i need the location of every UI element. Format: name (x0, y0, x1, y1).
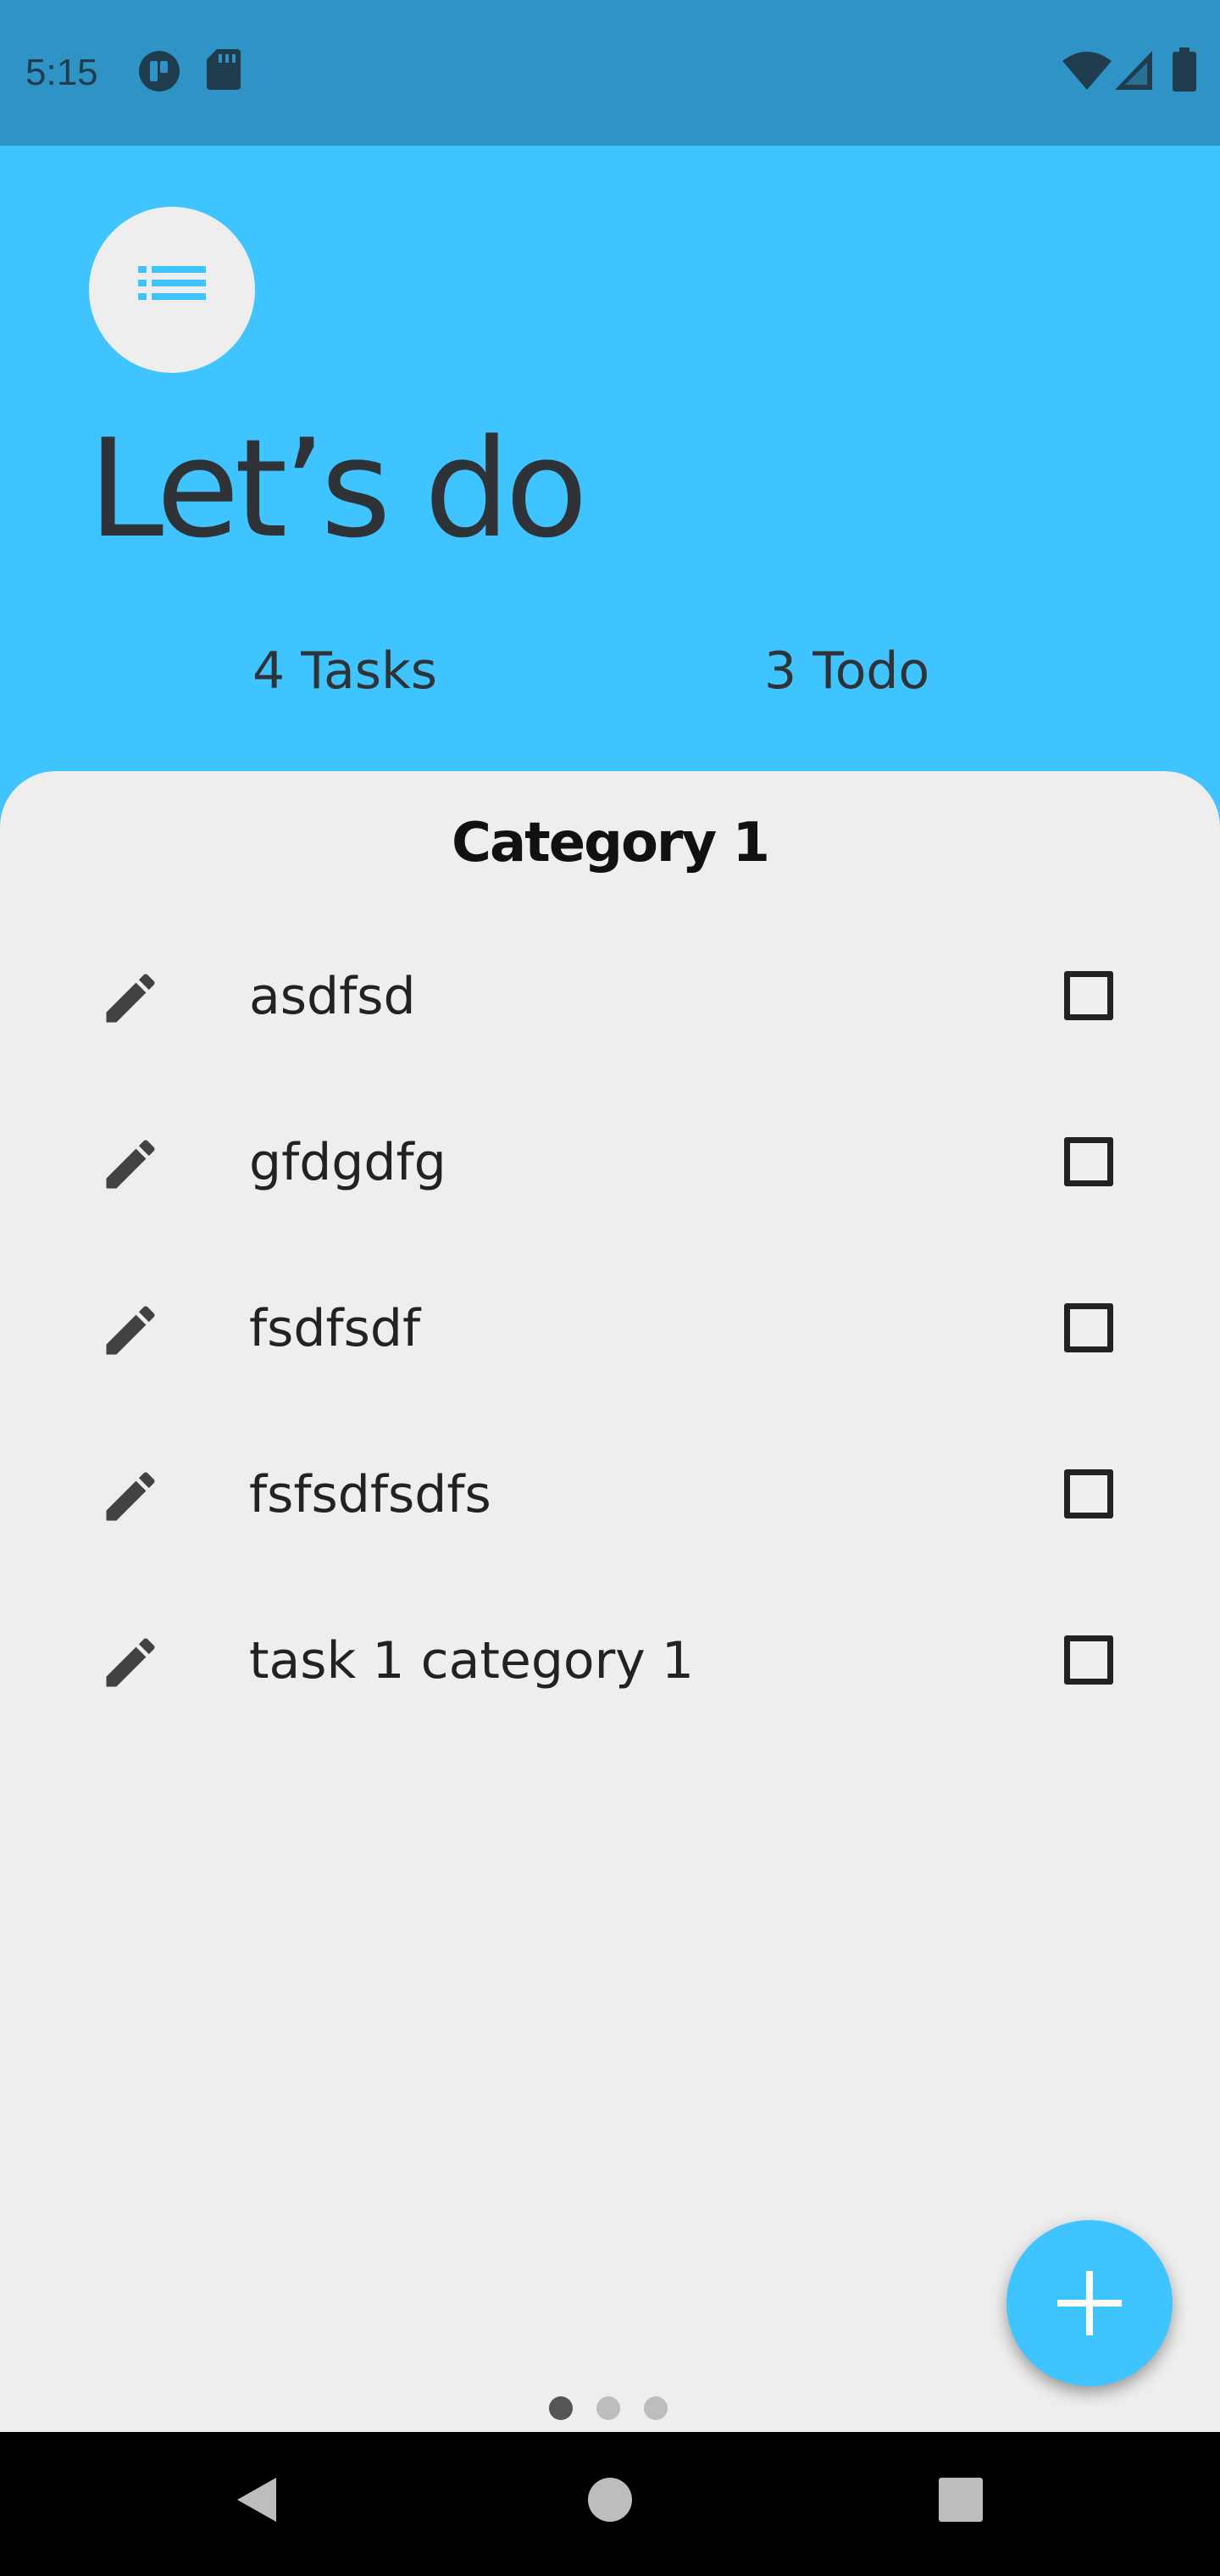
add-icon (1057, 2271, 1122, 2335)
task-checkbox[interactable] (1064, 1469, 1113, 1518)
task-row: fsdfsdf (0, 1259, 1220, 1425)
notification-app-icon (137, 49, 181, 97)
task-checkbox[interactable] (1064, 1635, 1113, 1685)
app-title: Let’s do (88, 409, 588, 568)
task-row: fsfsdfsdfs (0, 1425, 1220, 1591)
task-checkbox[interactable] (1064, 971, 1113, 1020)
task-row: gfdgdfg (0, 1093, 1220, 1259)
edit-icon[interactable] (98, 966, 163, 1030)
task-row: asdfsd (0, 927, 1220, 1093)
tasks-count: 4 Tasks (252, 641, 437, 701)
wifi-icon (1062, 51, 1112, 93)
page-dot-active[interactable] (549, 2396, 573, 2420)
task-checkbox[interactable] (1064, 1137, 1113, 1186)
back-icon[interactable] (232, 2474, 280, 2529)
battery-icon (1173, 47, 1196, 95)
category-sheet: Category 1 asdfsd gfdgdfg fsdfsdf fsfsdf… (0, 771, 1220, 2432)
sd-card-icon (207, 49, 241, 93)
edit-icon[interactable] (98, 1298, 163, 1363)
header: Let’s do 4 Tasks 3 Todo (0, 146, 1220, 773)
edit-icon[interactable] (98, 1464, 163, 1529)
add-task-button[interactable] (1006, 2220, 1173, 2386)
category-title: Category 1 (451, 812, 770, 874)
signal-icon (1115, 51, 1152, 93)
status-bar: 5:15 (0, 0, 1220, 146)
edit-icon[interactable] (98, 1630, 163, 1695)
task-label: fsfsdfsdfs (249, 1465, 491, 1524)
page-dot[interactable] (596, 2396, 620, 2420)
navigation-bar (0, 2432, 1220, 2576)
todo-count: 3 Todo (764, 641, 930, 701)
task-row: task 1 category 1 (0, 1591, 1220, 1757)
list-icon (138, 266, 206, 300)
menu-button[interactable] (89, 207, 255, 373)
home-icon[interactable] (586, 2474, 634, 2529)
status-time: 5:15 (25, 52, 98, 93)
page-dot[interactable] (644, 2396, 668, 2420)
task-label: asdfsd (249, 967, 416, 1026)
task-label: fsdfsdf (249, 1299, 421, 1358)
task-label: gfdgdfg (249, 1133, 446, 1192)
recents-icon[interactable] (937, 2474, 984, 2529)
edit-icon[interactable] (98, 1132, 163, 1196)
task-label: task 1 category 1 (249, 1631, 695, 1690)
task-checkbox[interactable] (1064, 1303, 1113, 1352)
